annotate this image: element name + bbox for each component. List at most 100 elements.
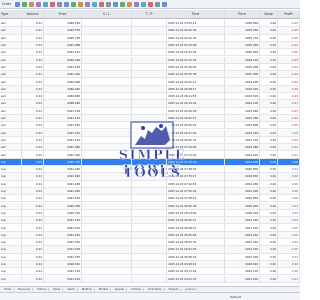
- table-row[interactable]: buy 0.01 4491.100 2025.12.24 09:21:23 4491.1…: [0, 275, 300, 283]
- tab-history[interactable]: History: [35, 288, 50, 291]
- copy-icon[interactable]: [43, 1, 49, 7]
- cell-price: 4491.068: [44, 41, 82, 49]
- tab-journal[interactable]: Journal: [183, 288, 198, 291]
- table-row[interactable]: sell 0.01 4491.200 2025.12.24 05:54:38 4495.…: [0, 71, 300, 79]
- cell-tp: [132, 173, 167, 180]
- column-header-profit[interactable]: Profit: [278, 10, 300, 18]
- table-row[interactable]: buy 0.01 4491.180 2025.12.24 07:28:03 4490.8…: [0, 166, 300, 174]
- grid-icon[interactable]: [85, 1, 91, 7]
- column-header-sl[interactable]: S / L: [82, 10, 132, 18]
- period-d1-icon[interactable]: [148, 1, 154, 7]
- table-row[interactable]: sell 0.01 4491.068 2025.12.24 05:24:48 4495.…: [0, 41, 300, 50]
- tab-mailbox[interactable]: Mailbox: [80, 288, 95, 291]
- table-row[interactable]: sell 0.01 4489.400 2025.12.24 06:08:17 4493.…: [0, 85, 300, 93]
- tab-code-base[interactable]: Code Base: [146, 288, 165, 291]
- line-icon[interactable]: [99, 1, 105, 7]
- period-h1-icon[interactable]: [141, 1, 147, 7]
- table-row[interactable]: buy 0.01 4490.520 2025.12.24 09:06:14 4490.5…: [0, 260, 300, 269]
- tab-articles[interactable]: Articles: [129, 288, 144, 291]
- table-row[interactable]: sell 0.01 4491.300 2025.12.24 07:11:44 4491.…: [0, 151, 300, 159]
- table-row[interactable]: sell 0.01 4490.068 2025.12.24 06:02:11 4494.…: [0, 78, 300, 86]
- cut-icon[interactable]: [36, 1, 42, 7]
- help-icon[interactable]: [162, 1, 168, 7]
- cell-profit: -0.01: [278, 151, 300, 158]
- period-m15-icon[interactable]: [134, 1, 140, 7]
- table-row[interactable]: sell 0.01 4490.418 2025.12.24 05:31:25 4494.…: [0, 56, 300, 64]
- table-row[interactable]: buy 0.01 4491.180 2025.12.24 08:35:58 4491.1…: [0, 231, 300, 239]
- tab-market[interactable]: Market: [97, 288, 111, 291]
- table-row[interactable]: sell 0.01 4489.158 2025.12.24 04:55:14 4496.…: [0, 20, 300, 28]
- cell-tp: [132, 27, 167, 34]
- redo-icon[interactable]: [64, 1, 70, 7]
- table-row[interactable]: sell 0.01 4491.150 2025.12.24 06:31:17 4492.…: [0, 114, 300, 123]
- cell-volume: 0.01: [22, 78, 44, 85]
- file-icon[interactable]: [15, 1, 21, 7]
- table-row[interactable]: sell 0.01 4491.140 2025.12.24 06:55:31 4491.…: [0, 136, 300, 145]
- table-row[interactable]: sell 0.01 4491.420 2025.12.24 06:47:50 4492.…: [0, 129, 300, 137]
- arrow-icon[interactable]: [113, 1, 119, 7]
- column-header-swap[interactable]: Swap: [260, 10, 278, 18]
- table-row[interactable]: sell 0.01 4488.648 2025.12.24 06:19:02 4494.…: [0, 100, 300, 108]
- cell-time: 2025.12.24 06:47:50: [167, 129, 225, 136]
- table-row[interactable]: buy 0.01 4491.188 2025.12.24 07:42:55 4491.1…: [0, 180, 300, 188]
- table-row[interactable]: sell 0.01 4490.738 2025.12.24 05:22:34 4495.…: [0, 34, 300, 42]
- column-header-volume[interactable]: Volume: [22, 10, 44, 18]
- chart-icon[interactable]: [92, 1, 98, 7]
- table-row[interactable]: buy 0.01 4491.378 2025.12.24 08:58:40 4491.3…: [0, 253, 300, 261]
- column-header-type[interactable]: Type: [0, 10, 22, 18]
- column-header-time[interactable]: Time: [167, 10, 225, 18]
- cell-type: buy: [0, 166, 22, 173]
- save-icon[interactable]: [22, 1, 28, 7]
- column-header-price-current[interactable]: Price: [225, 10, 260, 18]
- table-row[interactable]: sell 0.01 4491.221 2025.12.24 05:21:42 4495.…: [0, 49, 300, 57]
- period-m1-icon[interactable]: [120, 1, 126, 7]
- column-header-tp[interactable]: T / P: [132, 10, 167, 18]
- cell-price2: 4491.918: [225, 151, 260, 158]
- cell-volume: 0.01: [22, 63, 44, 71]
- tab-exposure[interactable]: Exposure: [16, 288, 34, 291]
- tab-signals[interactable]: Signals: [113, 288, 128, 291]
- order-button[interactable]: Order: [2, 2, 11, 6]
- period-m5-icon[interactable]: [127, 1, 133, 7]
- text-icon[interactable]: [106, 1, 112, 7]
- cell-volume: 0.01: [22, 85, 44, 92]
- undo-icon[interactable]: [57, 1, 63, 7]
- cell-sl: [82, 41, 132, 49]
- table-row[interactable]: sell 0.01 4491.108 2025.12.24 06:26:48 4493.…: [0, 107, 300, 115]
- table-row[interactable]: buy 0.01 4490.938 2025.12.24 08:05:36 4490.9…: [0, 202, 300, 210]
- settings-icon[interactable]: [155, 1, 161, 7]
- cell-tp: [132, 56, 167, 63]
- table-row[interactable]: buy 0.01 4490.418 2025.12.24 08:13:09 4490.4…: [0, 209, 300, 218]
- table-row[interactable]: sell 0.01 4489.868 2025.12.24 06:11:55 4493.…: [0, 93, 300, 101]
- table-row[interactable]: sell 0.01 4491.158 2025.12.24 05:36:09 4495.…: [0, 63, 300, 72]
- tab-news[interactable]: News: [51, 288, 64, 291]
- table-row[interactable]: buy 0.01 4490.720 2025.12.24 07:20:18 4491.1…: [0, 158, 300, 166]
- table-row[interactable]: sell 0.01 4491.262 2025.12.24 06:40:22 4493.…: [0, 122, 300, 130]
- table-row[interactable]: sell 0.01 4491.060 2025.12.24 07:02:09 4493.…: [0, 144, 300, 152]
- tab-trade[interactable]: Trade: [2, 288, 15, 291]
- table-row[interactable]: buy 0.01 4491.660 2025.12.24 07:35:27 4490.6…: [0, 173, 300, 181]
- tab-alerts[interactable]: Alerts: [65, 288, 78, 291]
- cell-profit: 0.00: [278, 195, 300, 202]
- table-row[interactable]: buy 0.01 4491.190 2025.12.24 08:20:47 4491.1…: [0, 217, 300, 225]
- table-row[interactable]: buy 0.01 4491.470 2025.12.24 08:28:21 4491.4…: [0, 224, 300, 232]
- cell-price: 4491.180: [44, 231, 82, 238]
- cell-tp: [132, 100, 167, 107]
- trade-grid[interactable]: Type Volume Price S / L T / P Time Price…: [0, 10, 300, 285]
- status-bar: Default: [0, 292, 300, 300]
- column-header-price[interactable]: Price: [44, 10, 82, 18]
- tab-experts[interactable]: Experts: [167, 288, 182, 291]
- print-icon[interactable]: [29, 1, 35, 7]
- table-row[interactable]: buy 0.01 4491.100 2025.12.24 07:58:12 4490.8…: [0, 195, 300, 203]
- cell-tp: [132, 78, 167, 85]
- cell-sl: [82, 239, 132, 246]
- status-profile[interactable]: Default: [230, 295, 241, 299]
- zoom-in-icon[interactable]: [71, 1, 77, 7]
- zoom-out-icon[interactable]: [78, 1, 84, 7]
- table-row[interactable]: buy 0.01 4491.118 2025.12.24 09:13:49 4491.1…: [0, 268, 300, 276]
- table-row[interactable]: buy 0.01 4491.018 2025.12.24 08:51:06 4491.0…: [0, 246, 300, 254]
- paste-icon[interactable]: [50, 1, 56, 7]
- table-row[interactable]: buy 0.01 4491.280 2025.12.24 07:50:41 4491.3…: [0, 187, 300, 196]
- table-row[interactable]: sell 0.01 4490.578 2025.12.24 05:22:30 4495.…: [0, 27, 300, 35]
- table-row[interactable]: buy 0.01 4491.350 2025.12.24 08:43:32 4491.3…: [0, 239, 300, 247]
